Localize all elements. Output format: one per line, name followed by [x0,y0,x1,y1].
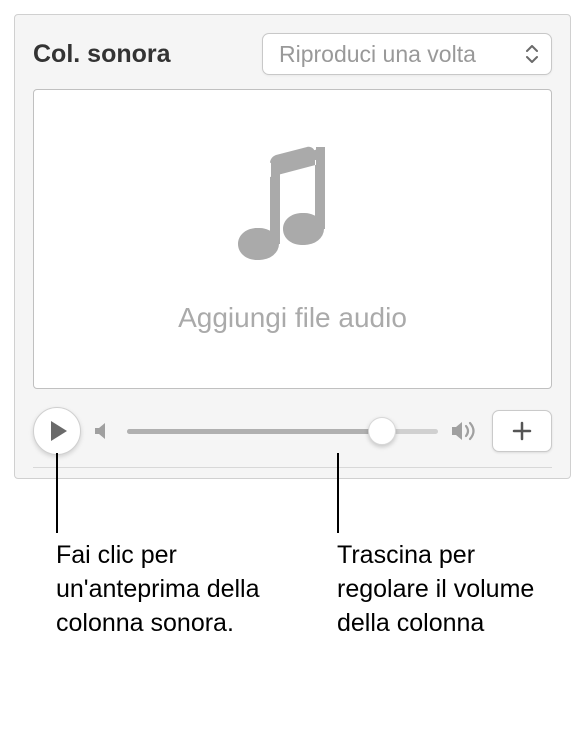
soundtrack-panel: Col. sonora Riproduci una volta Aggiungi… [14,14,571,479]
playback-mode-dropdown[interactable]: Riproduci una volta [262,33,552,75]
callout-volume-text: Trascina per regolare il volume della co… [337,539,567,640]
volume-slider[interactable] [127,429,438,434]
controls-row [33,403,552,465]
plus-icon [511,420,533,442]
volume-high-icon [450,419,480,443]
add-button[interactable] [492,410,552,452]
volume-low-icon [93,420,115,442]
header-row: Col. sonora Riproduci una volta [33,33,552,75]
volume-slider-thumb[interactable] [368,417,396,445]
playback-mode-label: Riproduci una volta [279,41,515,68]
drop-area-text: Aggiungi file audio [178,302,407,334]
volume-slider-fill [127,429,382,434]
chevron-up-down-icon [525,45,539,63]
callout-line-volume [337,453,339,533]
play-button[interactable] [33,407,81,455]
panel-title: Col. sonora [33,40,171,69]
play-icon [49,420,69,442]
callout-line-play [56,453,58,533]
callout-play-text: Fai clic per un'anteprima della colonna … [56,539,286,640]
music-note-icon [238,145,348,280]
divider [33,467,552,468]
audio-drop-area[interactable]: Aggiungi file audio [33,89,552,389]
